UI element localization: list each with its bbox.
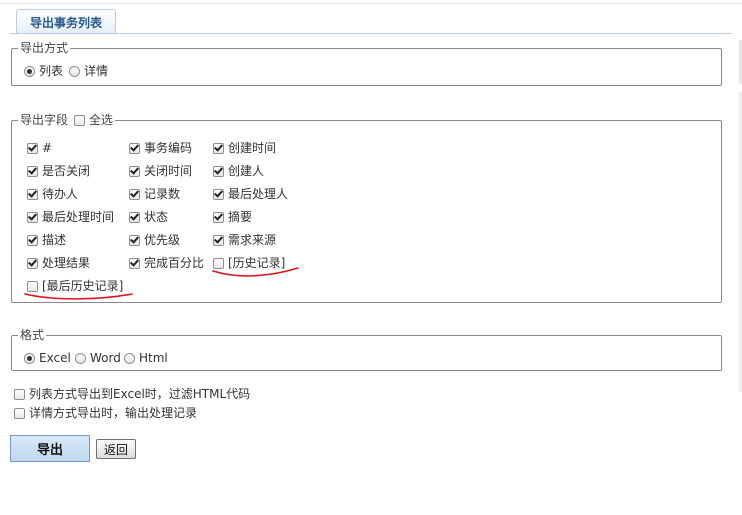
- annotation-layer: [24, 267, 299, 300]
- annotation-underline-last-history: [24, 293, 133, 300]
- annotation-underline-history: [212, 267, 299, 277]
